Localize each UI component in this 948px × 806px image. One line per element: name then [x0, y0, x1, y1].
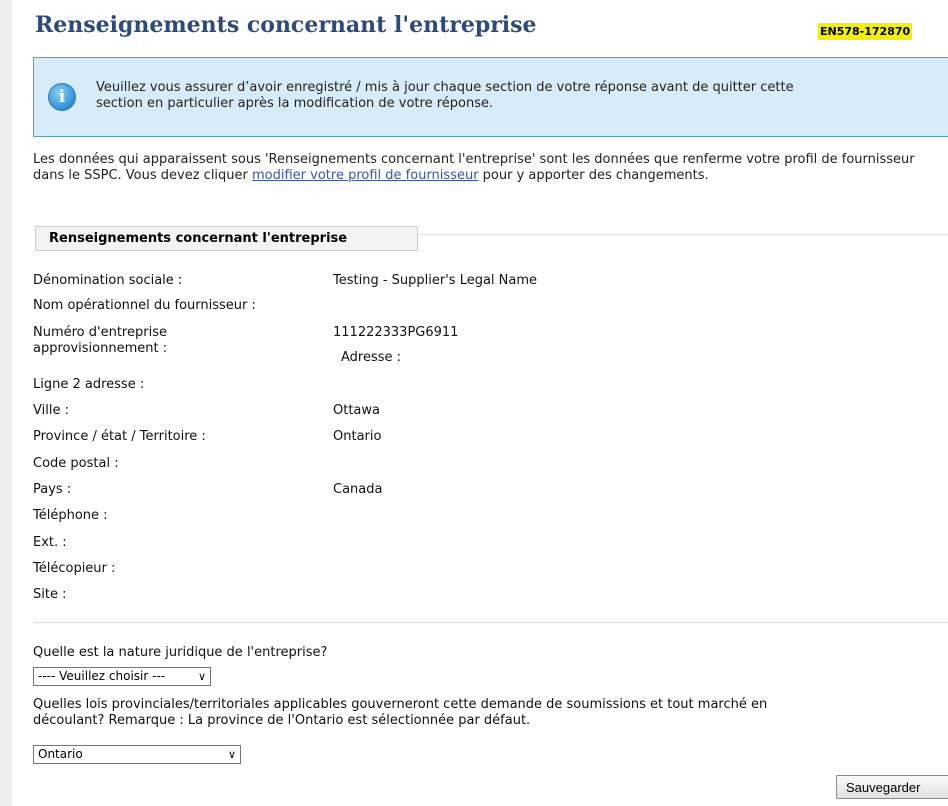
applicable-laws-question: Quelles lois provinciales/territoriales …	[33, 697, 767, 729]
legal-name-label: Dénomination sociale :	[33, 273, 183, 288]
site-label: Site :	[33, 587, 67, 602]
city-label: Ville :	[33, 403, 69, 418]
edit-supplier-profile-link[interactable]: modifier votre profil de fournisseur	[252, 168, 479, 183]
country-value: Canada	[333, 482, 383, 497]
reference-badge: EN578-172870	[818, 23, 913, 40]
page: Renseignements concernant l'entreprise E…	[33, 0, 948, 806]
info-notice: i Veuillez vous assurer d’avoir enregist…	[33, 57, 948, 137]
form-divider	[33, 622, 948, 623]
ext-label: Ext. :	[33, 535, 67, 550]
legal-name-value: Testing - Supplier's Legal Name	[333, 273, 538, 288]
province-laws-selected-value: Ontario	[38, 747, 83, 761]
left-rail	[0, 0, 12, 806]
postal-code-label: Code postal :	[33, 456, 119, 471]
address-label: Adresse :	[341, 350, 402, 365]
info-notice-line-2: section en particulier après la modifica…	[96, 96, 494, 111]
legal-nature-selected-value: ---- Veuillez choisir ---	[38, 669, 166, 683]
country-label: Pays :	[33, 482, 72, 497]
city-value: Ottawa	[333, 403, 380, 418]
info-icon: i	[48, 83, 76, 111]
applicable-laws-question-line-1: Quelles lois provinciales/territoriales …	[33, 697, 768, 712]
pbn-value: 111222333PG6911	[333, 325, 459, 340]
chevron-down-icon: ∨	[227, 748, 236, 761]
operating-name-label: Nom opérationnel du fournisseur :	[33, 298, 256, 313]
save-button[interactable]: Sauvegarder	[836, 775, 948, 799]
province-value: Ontario	[333, 429, 382, 444]
applicable-laws-question-line-2: découlant? Remarque : La province de l'O…	[33, 713, 531, 728]
section-tab-company-info: Renseignements concernant l'entreprise	[35, 226, 418, 251]
chevron-down-icon: ∨	[197, 670, 206, 683]
page-title: Renseignements concernant l'entreprise	[35, 12, 537, 38]
pbn-label-line-2: approvisionnement :	[33, 341, 168, 356]
info-notice-text: Veuillez vous assurer d’avoir enregistré…	[96, 80, 946, 112]
intro-text-after: pour y apporter des changements.	[478, 168, 709, 183]
address-line-2-label: Ligne 2 adresse :	[33, 377, 145, 392]
province-label: Province / état / Territoire :	[33, 429, 206, 444]
pbn-label-line-1: Numéro d'entreprise	[33, 325, 167, 340]
fax-label: Télécopieur :	[33, 561, 116, 576]
legal-nature-select[interactable]: ---- Veuillez choisir --- ∨	[33, 667, 211, 686]
province-laws-select[interactable]: Ontario ∨	[33, 745, 241, 764]
legal-nature-question: Quelle est la nature juridique de l'entr…	[33, 645, 328, 660]
section-divider	[418, 234, 948, 235]
info-notice-line-1: Veuillez vous assurer d’avoir enregistré…	[96, 80, 794, 95]
intro-paragraph: Les données qui apparaissent sous 'Rense…	[33, 152, 938, 184]
phone-label: Téléphone :	[33, 508, 108, 523]
